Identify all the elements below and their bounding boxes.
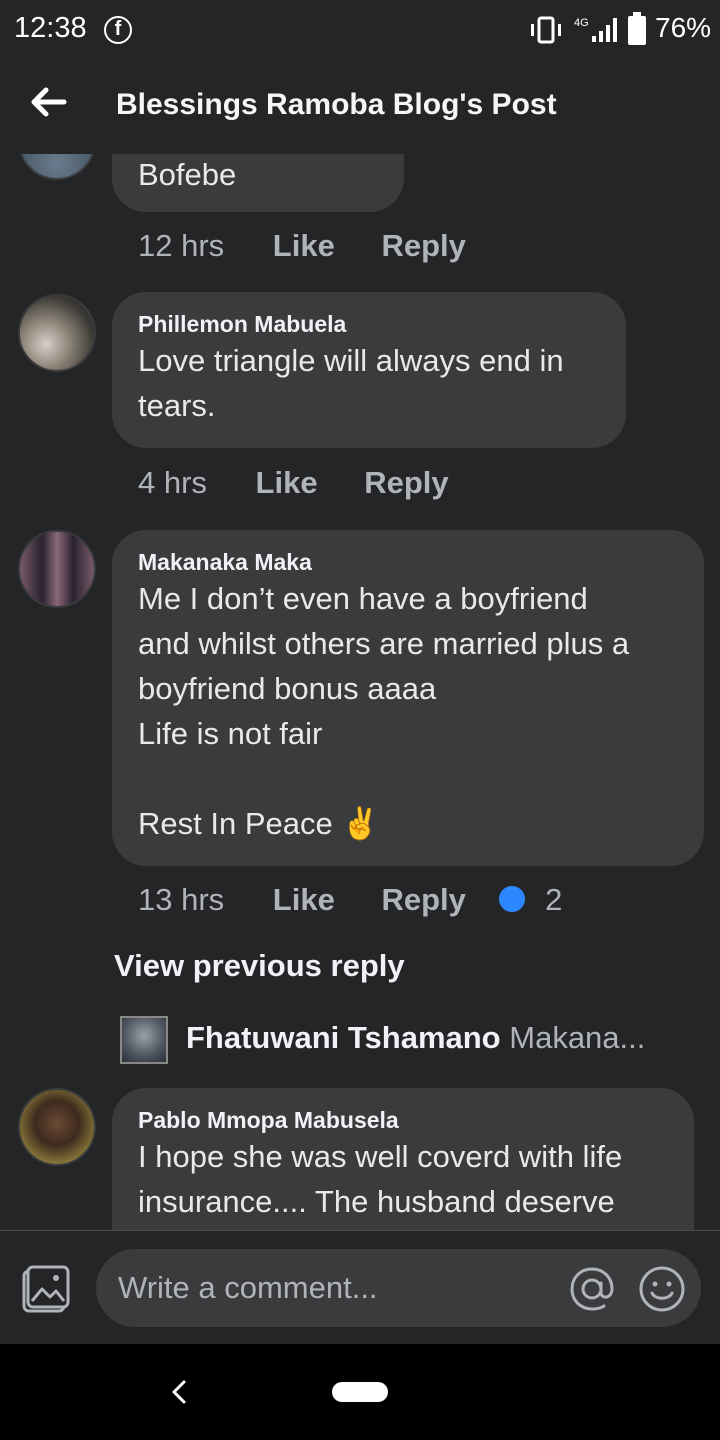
- reply-preview[interactable]: Fhatuwani Tshamano Makana...: [120, 1016, 700, 1064]
- comment-input-placeholder: Write a comment...: [118, 1270, 378, 1305]
- facebook-notification-icon: f: [104, 16, 132, 44]
- comment-avatar[interactable]: [18, 1088, 96, 1166]
- reply-avatar[interactable]: [120, 1016, 168, 1064]
- mention-icon[interactable]: [566, 1263, 618, 1315]
- system-nav-bar: [0, 1344, 720, 1440]
- photo-icon[interactable]: [20, 1263, 72, 1315]
- battery-percent: 76%: [655, 12, 712, 43]
- battery-icon: [628, 12, 646, 45]
- comment-bubble[interactable]: Makanaka Maka Me I don’t even have a boy…: [112, 530, 704, 866]
- comment-avatar[interactable]: [18, 154, 96, 180]
- comment-avatar[interactable]: [18, 294, 96, 372]
- vibrate-icon: [531, 16, 561, 44]
- network-label: 4G: [574, 17, 589, 29]
- comment-text: Love triangle will always end in tears.: [138, 343, 564, 423]
- app-header: Blessings Ramoba Blog's Post: [0, 60, 720, 154]
- nav-back-icon[interactable]: [168, 1374, 192, 1410]
- status-time: 12:38: [14, 12, 87, 44]
- comment-bubble[interactable]: Phillemon Mabuela Love triangle will alw…: [112, 292, 626, 448]
- signal-icon: 4G: [574, 17, 617, 42]
- comment-actions: 13 hrs Like Reply 2: [138, 880, 562, 920]
- reply-preview-text: Fhatuwani Tshamano Makana...: [186, 1020, 645, 1056]
- nav-home-pill[interactable]: [332, 1382, 388, 1402]
- thumbs-up-reaction-icon[interactable]: [496, 883, 527, 914]
- comment-avatar[interactable]: [18, 530, 96, 608]
- reply-button[interactable]: Reply: [364, 463, 448, 503]
- comment-bubble[interactable]: Bofebe: [112, 154, 404, 212]
- comment-composer: Write a comment...: [0, 1230, 720, 1344]
- reply-button[interactable]: Reply: [381, 226, 465, 266]
- comment-text: I hope she was well coverd with life ins…: [138, 1139, 623, 1219]
- like-button[interactable]: Like: [256, 463, 318, 503]
- comment-text: Me I don’t even have a boyfriend and whi…: [138, 581, 630, 841]
- reply-author[interactable]: Fhatuwani Tshamano: [186, 1020, 501, 1055]
- like-button[interactable]: Like: [273, 226, 335, 266]
- page-title: Blessings Ramoba Blog's Post: [116, 88, 557, 121]
- back-arrow-icon[interactable]: [28, 82, 68, 122]
- comment-time: 4 hrs: [138, 465, 207, 500]
- comments-feed[interactable]: Bofebe 12 hrs Like Reply Phillemon Mabue…: [0, 154, 720, 1230]
- comment-author[interactable]: Makanaka Maka: [138, 548, 678, 576]
- comment-author[interactable]: Phillemon Mabuela: [138, 310, 600, 338]
- comment-actions: 4 hrs Like Reply: [138, 463, 449, 503]
- reply-snippet: Makana...: [509, 1020, 646, 1055]
- comment-text: Bofebe: [138, 157, 237, 192]
- view-previous-reply-link[interactable]: View previous reply: [114, 948, 405, 984]
- comment-time: 12 hrs: [138, 228, 225, 263]
- reply-button[interactable]: Reply: [381, 880, 465, 920]
- comment-bubble[interactable]: Pablo Mmopa Mabusela I hope she was well…: [112, 1088, 694, 1230]
- reaction-count[interactable]: 2: [545, 880, 562, 920]
- comment-author[interactable]: Pablo Mmopa Mabusela: [138, 1106, 668, 1134]
- comment-time: 13 hrs: [138, 882, 225, 917]
- status-bar: 12:38 f 4G 76%: [0, 0, 720, 60]
- like-button[interactable]: Like: [273, 880, 335, 920]
- comment-actions: 12 hrs Like Reply: [138, 226, 466, 266]
- comment-input[interactable]: Write a comment...: [96, 1249, 701, 1327]
- emoji-icon[interactable]: [636, 1263, 688, 1315]
